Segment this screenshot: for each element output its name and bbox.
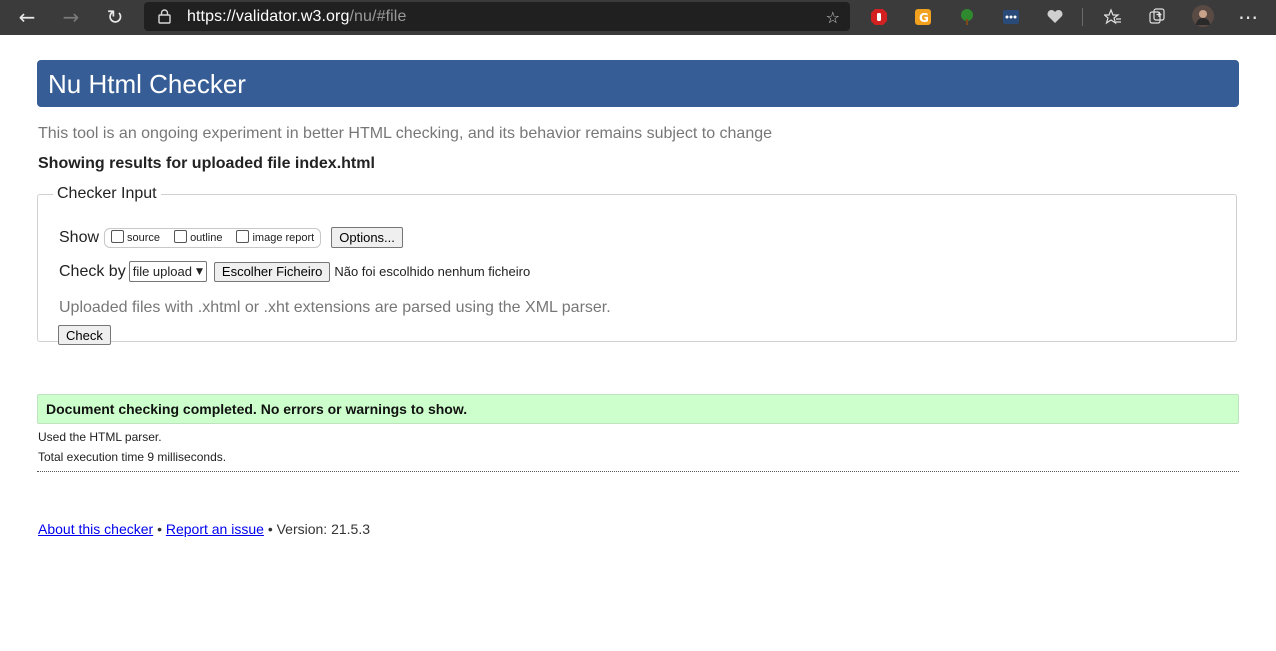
back-arrow-icon[interactable]: ←	[13, 4, 41, 30]
image-report-label: image report	[252, 231, 315, 244]
image-report-checkbox[interactable]	[236, 230, 250, 243]
choose-file-button[interactable]: Escolher Ficheiro	[213, 261, 331, 282]
chevron-down-icon: ▼	[195, 266, 203, 277]
showing-results-heading: Showing results for uploaded file index.…	[38, 155, 375, 172]
add-favorite-icon[interactable]: ☆	[826, 8, 840, 27]
refresh-icon[interactable]: ↻	[101, 4, 129, 30]
source-label: source	[127, 231, 161, 244]
no-file-chosen-text: Não foi escolhido nenhum ficheiro	[334, 264, 531, 279]
check-by-row: Check by file upload ▼ Escolher Ficheiro …	[59, 261, 530, 282]
checker-input-legend: Checker Input	[57, 185, 157, 202]
execution-time: Total execution time 9 milliseconds.	[38, 450, 227, 464]
version-text: • Version: 21.5.3	[267, 521, 371, 537]
url-host: https://validator.w3.org	[187, 7, 350, 25]
lock-icon	[158, 9, 172, 25]
favorites-icon[interactable]	[1103, 7, 1123, 27]
check-button[interactable]: Check	[58, 325, 111, 345]
svg-text:G: G	[919, 11, 929, 25]
show-source-option[interactable]: source	[111, 230, 160, 245]
extension-dots-icon[interactable]	[1001, 7, 1021, 27]
page-title: Nu Html Checker	[48, 69, 246, 99]
checker-input-fieldset: Checker Input Show source outline image …	[37, 185, 1237, 345]
profile-avatar[interactable]	[1192, 5, 1214, 27]
address-bar[interactable]: https://validator.w3.org/nu/#file ☆	[144, 2, 850, 31]
source-checkbox[interactable]	[111, 230, 125, 243]
show-row: Show source outline image report Options…	[59, 227, 403, 248]
intro-text: This tool is an ongoing experiment in be…	[38, 125, 773, 142]
toolbar-separator	[1082, 8, 1083, 26]
check-by-select[interactable]: file upload ▼	[128, 261, 207, 282]
show-image-report-option[interactable]: image report	[236, 230, 314, 245]
more-options-icon[interactable]: ⋯	[1234, 4, 1262, 30]
show-label: Show	[59, 228, 100, 246]
page-header: Nu Html Checker	[37, 60, 1239, 107]
extension-g-icon[interactable]: G	[913, 7, 933, 27]
extension-adblock-icon[interactable]	[869, 7, 889, 27]
collections-icon[interactable]	[1147, 7, 1167, 27]
xml-parser-hint: Uploaded files with .xhtml or .xht exten…	[59, 299, 611, 316]
show-options-group: source outline image report	[104, 227, 322, 248]
extension-tree-icon[interactable]	[957, 7, 977, 27]
check-by-value: file upload	[132, 264, 192, 279]
browser-toolbar: ← → ↻ https://validator.w3.org/nu/#file …	[0, 0, 1276, 35]
result-success-message: Document checking completed. No errors o…	[37, 394, 1239, 424]
url-text: https://validator.w3.org/nu/#file	[187, 8, 406, 26]
options-button[interactable]: Options...	[331, 227, 403, 248]
url-path: /nu/#file	[349, 7, 407, 25]
extension-heart-icon[interactable]	[1045, 7, 1065, 27]
parser-info: Used the HTML parser.	[38, 430, 162, 444]
about-checker-link[interactable]: About this checker	[38, 521, 153, 537]
outline-label: outline	[190, 231, 223, 244]
forward-arrow-icon[interactable]: →	[57, 4, 85, 30]
footer-bullet: •	[157, 521, 162, 537]
report-issue-link[interactable]: Report an issue	[166, 521, 264, 537]
footer: About this checker • Report an issue • V…	[38, 521, 370, 537]
outline-checkbox[interactable]	[174, 230, 188, 243]
divider	[37, 471, 1239, 472]
check-by-label: Check by	[59, 262, 126, 280]
show-outline-option[interactable]: outline	[174, 230, 222, 245]
